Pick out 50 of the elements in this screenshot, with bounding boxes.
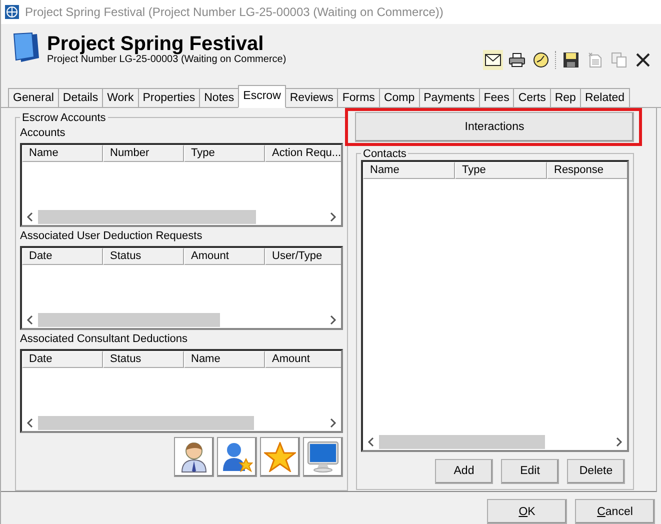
- monitor-icon: [307, 440, 339, 473]
- project-title: Project Spring Festival: [47, 34, 264, 54]
- tab[interactable]: Related: [580, 88, 630, 107]
- column-header[interactable]: Response: [547, 162, 627, 179]
- printer-icon[interactable]: [509, 52, 525, 67]
- icon-button[interactable]: [174, 436, 214, 477]
- user-star-icon: [221, 440, 253, 473]
- icon-button[interactable]: [260, 436, 300, 477]
- dialog-button[interactable]: OK: [487, 499, 567, 524]
- column-header[interactable]: Status: [103, 248, 184, 265]
- action-button[interactable]: Edit: [501, 458, 559, 484]
- star-icon: [264, 442, 296, 472]
- section-label: Accounts: [20, 126, 66, 139]
- column-header[interactable]: Status: [103, 350, 184, 368]
- list-view[interactable]: Name Number Type Action Requ...: [20, 142, 343, 227]
- list-view[interactable]: Name Type Response: [361, 160, 629, 452]
- project-number: Project Number LG-25-00003 (Waiting on Commerce): [47, 54, 288, 65]
- close-icon[interactable]: [636, 52, 650, 67]
- dialog-button[interactable]: Cancel: [575, 499, 655, 524]
- book-icon: [11, 32, 41, 64]
- column-header[interactable]: Action Requ...: [265, 144, 341, 162]
- tab[interactable]: Escrow: [238, 84, 286, 108]
- column-header[interactable]: Name: [22, 144, 103, 162]
- column-header[interactable]: Type: [455, 162, 547, 179]
- tab[interactable]: General: [8, 88, 59, 107]
- list-view[interactable]: Date Status Name Amount: [20, 348, 343, 433]
- group-title: Contacts: [362, 148, 408, 160]
- icon-button[interactable]: [217, 436, 257, 477]
- column-header[interactable]: Type: [184, 144, 265, 162]
- clock-icon[interactable]: [533, 52, 549, 68]
- column-header[interactable]: Amount: [184, 248, 265, 265]
- column-header[interactable]: User/Type: [265, 248, 341, 265]
- interactions-button[interactable]: Interactions: [355, 112, 634, 142]
- column-header[interactable]: Amount: [265, 350, 341, 368]
- section-label: Associated User Deduction Requests: [20, 230, 204, 242]
- envelope-icon[interactable]: [485, 54, 501, 66]
- icon-button[interactable]: [303, 436, 343, 477]
- column-header[interactable]: Number: [103, 144, 184, 162]
- list-view[interactable]: Date Status Amount User/Type: [20, 246, 343, 330]
- column-header[interactable]: Date: [22, 350, 103, 368]
- window-title: Project Spring Festival (Project Number LG-25-00003 (Waiting on Commerce)): [25, 4, 444, 19]
- action-button[interactable]: Delete: [567, 458, 625, 484]
- section-label: Associated Consultant Deductions: [20, 332, 189, 345]
- person-icon: [180, 440, 208, 473]
- action-button[interactable]: Add: [435, 458, 493, 484]
- column-header[interactable]: Name: [363, 162, 455, 179]
- group-title: Escrow Accounts: [21, 112, 107, 124]
- column-header[interactable]: Name: [184, 350, 265, 368]
- globe-icon: [5, 4, 19, 19]
- column-header[interactable]: Date: [22, 248, 103, 265]
